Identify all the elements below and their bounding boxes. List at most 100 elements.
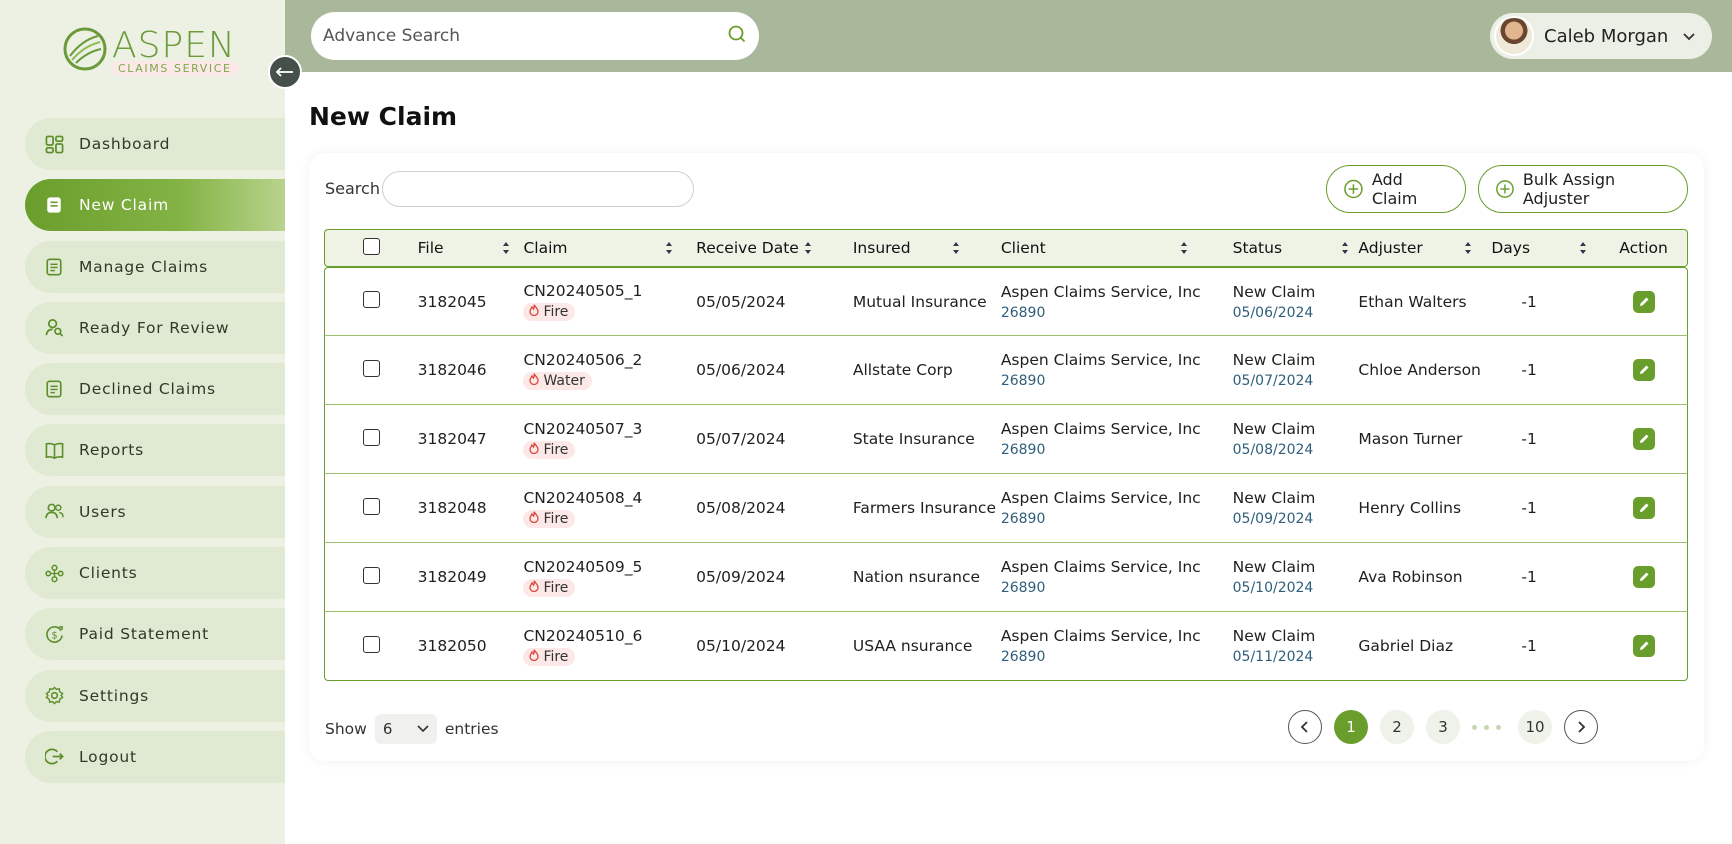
claim-number[interactable]: CN20240509_5 bbox=[523, 558, 696, 576]
column-label: Days bbox=[1491, 239, 1531, 257]
claim-number[interactable]: CN20240506_2 bbox=[523, 351, 696, 369]
sidebar-item-paid-statement[interactable]: $ Paid Statement bbox=[25, 608, 285, 661]
show-label: Show bbox=[325, 720, 367, 738]
sort-icon bbox=[503, 242, 511, 254]
pencil-icon bbox=[1639, 297, 1649, 306]
claim-cell: CN20240507_3 Fire bbox=[523, 405, 697, 474]
claim-type-label: Fire bbox=[543, 579, 569, 596]
search-icon[interactable] bbox=[727, 24, 747, 48]
edit-button[interactable] bbox=[1632, 566, 1655, 588]
sidebar-item-users[interactable]: Users bbox=[25, 485, 285, 538]
days-cell: -1 bbox=[1491, 543, 1601, 612]
edit-button[interactable] bbox=[1632, 359, 1655, 381]
claim-type-badge: Fire bbox=[523, 578, 576, 597]
claims-card: Search Add Claim Bulk Assign Adjuster Fi… bbox=[309, 153, 1704, 761]
claim-type-label: Fire bbox=[543, 510, 569, 527]
row-select-cell bbox=[324, 267, 418, 336]
days-cell: -1 bbox=[1491, 612, 1601, 681]
client-cell: Aspen Claims Service, Inc 26890 bbox=[1000, 267, 1233, 336]
sidebar-item-declined-claims[interactable]: Declined Claims bbox=[25, 363, 285, 416]
page-button-3[interactable]: 3 bbox=[1426, 710, 1460, 744]
column-header-receive-date[interactable]: Receive Date bbox=[696, 229, 853, 267]
collapse-sidebar-button[interactable] bbox=[268, 55, 302, 89]
sidebar-item-clients[interactable]: Clients bbox=[25, 547, 285, 600]
adjuster-cell: Ethan Walters bbox=[1358, 267, 1492, 336]
row-checkbox[interactable] bbox=[362, 566, 380, 584]
action-cell bbox=[1600, 474, 1688, 543]
flame-icon bbox=[529, 648, 540, 665]
page-button-10[interactable]: 10 bbox=[1518, 710, 1552, 744]
edit-button[interactable] bbox=[1632, 497, 1655, 519]
row-checkbox[interactable] bbox=[362, 497, 380, 515]
sidebar-item-settings[interactable]: Settings bbox=[25, 669, 285, 722]
file-cell: 3182047 bbox=[417, 405, 524, 474]
pencil-icon bbox=[1639, 503, 1649, 512]
bulk-assign-adjuster-button[interactable]: Bulk Assign Adjuster bbox=[1478, 165, 1688, 213]
next-page-button[interactable] bbox=[1564, 710, 1598, 744]
column-header-file[interactable]: File bbox=[417, 229, 524, 267]
flame-icon bbox=[529, 304, 540, 320]
column-header-claim[interactable]: Claim bbox=[523, 229, 697, 267]
row-checkbox[interactable] bbox=[362, 359, 380, 377]
file-cell: 3182050 bbox=[417, 612, 524, 681]
days-cell: -1 bbox=[1491, 267, 1601, 336]
row-select-cell bbox=[324, 474, 418, 543]
top-bar: Caleb Morgan bbox=[285, 0, 1732, 72]
sort-icon bbox=[1465, 242, 1473, 254]
previous-page-button[interactable] bbox=[1288, 710, 1322, 744]
user-menu[interactable]: Caleb Morgan bbox=[1490, 13, 1712, 59]
page-button-2[interactable]: 2 bbox=[1380, 710, 1414, 744]
page-button-1[interactable]: 1 bbox=[1334, 710, 1368, 744]
list-document-icon bbox=[44, 257, 64, 277]
entries-label: entries bbox=[444, 720, 499, 738]
brand-name: ASPEN bbox=[112, 25, 236, 66]
sidebar-item-ready-for-review[interactable]: Ready For Review bbox=[25, 301, 285, 354]
claim-type-badge: Fire bbox=[523, 440, 576, 459]
claim-type-label: Water bbox=[543, 372, 585, 389]
row-checkbox[interactable] bbox=[362, 291, 380, 308]
file-cell: 3182046 bbox=[417, 336, 524, 405]
column-label: Receive Date bbox=[696, 239, 799, 257]
file-cell: 3182049 bbox=[417, 543, 524, 612]
select-all-checkbox[interactable] bbox=[362, 237, 380, 255]
advance-search-input[interactable] bbox=[323, 26, 727, 46]
receive-date-cell: 05/08/2024 bbox=[696, 474, 853, 543]
claim-number[interactable]: CN20240505_1 bbox=[523, 282, 696, 300]
sidebar-item-new-claim[interactable]: New Claim bbox=[25, 179, 285, 232]
edit-button[interactable] bbox=[1632, 290, 1655, 313]
row-checkbox[interactable] bbox=[362, 635, 380, 653]
column-header-adjuster[interactable]: Adjuster bbox=[1358, 229, 1492, 267]
edit-button[interactable] bbox=[1632, 635, 1655, 657]
claim-number[interactable]: CN20240508_4 bbox=[523, 489, 696, 507]
sidebar-item-manage-claims[interactable]: Manage Claims bbox=[25, 240, 285, 293]
client-id: 26890 bbox=[1000, 442, 1046, 458]
sidebar-item-dashboard[interactable]: Dashboard bbox=[25, 118, 285, 170]
row-checkbox[interactable] bbox=[362, 428, 380, 446]
client-id: 26890 bbox=[1000, 580, 1046, 596]
status-cell: New Claim 05/11/2024 bbox=[1232, 612, 1359, 681]
table-search-input[interactable] bbox=[382, 171, 694, 207]
column-header-days[interactable]: Days bbox=[1491, 229, 1601, 267]
client-cell: Aspen Claims Service, Inc 26890 bbox=[1000, 543, 1233, 612]
status-cell: New Claim 05/07/2024 bbox=[1232, 336, 1359, 405]
add-claim-button[interactable]: Add Claim bbox=[1326, 165, 1466, 213]
sort-icon bbox=[952, 242, 961, 254]
table-row: 3182046 CN20240506_2 Water 05/06/2024 All… bbox=[324, 336, 1688, 405]
entries-select[interactable]: 6 bbox=[374, 714, 437, 744]
days-cell: -1 bbox=[1491, 474, 1601, 543]
sidebar-item-reports[interactable]: Reports bbox=[25, 424, 285, 477]
adjuster-cell: Henry Collins bbox=[1358, 474, 1492, 543]
sidebar-item-logout[interactable]: Logout bbox=[25, 730, 285, 783]
column-header-insured[interactable]: Insured bbox=[852, 229, 1001, 267]
column-label: Status bbox=[1232, 239, 1283, 257]
claim-number[interactable]: CN20240510_6 bbox=[523, 627, 696, 645]
table-row: 3182047 CN20240507_3 Fire 05/07/2024 Stat… bbox=[324, 405, 1688, 474]
adjuster-cell: Gabriel Diaz bbox=[1358, 612, 1492, 681]
column-header-status[interactable]: Status bbox=[1232, 229, 1359, 267]
column-header-client[interactable]: Client bbox=[1000, 229, 1233, 267]
aspen-logo[interactable]: ASPEN CLAIMS SERVICE bbox=[62, 26, 239, 76]
status-label: New Claim bbox=[1232, 627, 1316, 645]
claim-cell: CN20240505_1 Fire bbox=[523, 267, 697, 336]
edit-button[interactable] bbox=[1632, 428, 1655, 450]
claim-number[interactable]: CN20240507_3 bbox=[523, 420, 696, 438]
